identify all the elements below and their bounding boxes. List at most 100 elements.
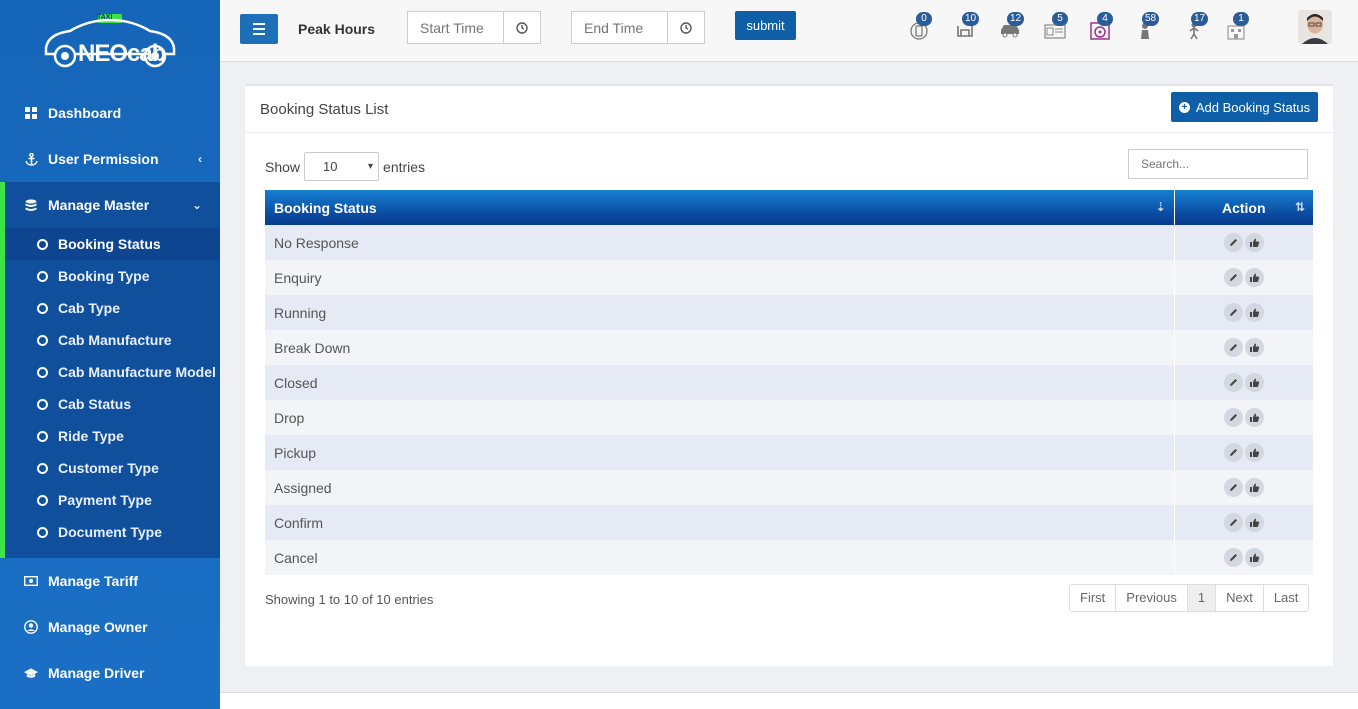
action-cell bbox=[1174, 400, 1313, 435]
seat-icon[interactable]: 10 bbox=[954, 12, 980, 40]
clock-icon[interactable] bbox=[503, 12, 540, 43]
thumbs-up-icon[interactable] bbox=[1244, 548, 1264, 567]
action-cell bbox=[1174, 330, 1313, 365]
sidebar-subitem-label: Booking Type bbox=[58, 268, 150, 284]
sidebar-subitem-label: Payment Type bbox=[58, 492, 152, 508]
thumbs-up-icon[interactable] bbox=[1244, 373, 1264, 392]
submit-button[interactable]: submit bbox=[735, 11, 796, 40]
building-icon[interactable]: 1 bbox=[1225, 12, 1249, 40]
footer bbox=[220, 692, 1358, 709]
sidebar-item-user-permission[interactable]: User Permission ‹ bbox=[0, 136, 220, 182]
phone-booking-icon[interactable]: 0 bbox=[908, 12, 932, 40]
sidebar-subitem-booking-type[interactable]: Booking Type bbox=[5, 260, 220, 292]
circle-icon bbox=[37, 238, 48, 250]
table-info: Showing 1 to 10 of 10 entries bbox=[265, 592, 434, 607]
avatar[interactable] bbox=[1298, 10, 1332, 44]
edit-icon[interactable] bbox=[1223, 478, 1243, 497]
circle-icon bbox=[37, 334, 48, 346]
person-icon[interactable]: 17 bbox=[1183, 12, 1209, 40]
sidebar-item-manage-driver[interactable]: Manage Driver bbox=[0, 650, 220, 696]
table-row: Drop bbox=[265, 400, 1313, 435]
anchor-icon bbox=[24, 152, 38, 166]
sidebar-item-manage-owner[interactable]: Manage Owner bbox=[0, 604, 220, 650]
table-row: Pickup bbox=[265, 435, 1313, 470]
pager-next[interactable]: Next bbox=[1216, 585, 1264, 611]
end-time-input[interactable] bbox=[572, 12, 667, 43]
column-header-booking-status[interactable]: Booking Status ⇣ bbox=[265, 190, 1175, 225]
booking-status-cell: Enquiry bbox=[265, 260, 1175, 295]
pager-previous[interactable]: Previous bbox=[1116, 585, 1188, 611]
pager-first[interactable]: First bbox=[1070, 585, 1117, 611]
sort-desc-icon: ⇣ bbox=[1155, 200, 1166, 214]
sidebar-item-dashboard[interactable]: Dashboard bbox=[0, 90, 220, 136]
edit-icon[interactable] bbox=[1223, 548, 1243, 567]
sidebar-subitem-cab-manufacture[interactable]: Cab Manufacture bbox=[5, 324, 220, 356]
page-title: Peak Hours bbox=[298, 21, 376, 37]
steering-wheel-icon[interactable]: 4 bbox=[1089, 12, 1113, 40]
sidebar-item-label: Manage Tariff bbox=[48, 573, 138, 589]
thumbs-up-icon[interactable] bbox=[1244, 478, 1264, 497]
hamburger-menu-button[interactable] bbox=[240, 14, 278, 44]
notification-badge: 10 bbox=[962, 12, 980, 26]
sidebar-subitem-label: Cab Type bbox=[58, 300, 120, 316]
id-card-icon[interactable]: 5 bbox=[1044, 12, 1068, 40]
thumbs-up-icon[interactable] bbox=[1244, 338, 1264, 357]
edit-icon[interactable] bbox=[1223, 303, 1243, 322]
show-label: Show bbox=[265, 158, 301, 175]
column-header-action[interactable]: Action ⇅ bbox=[1174, 190, 1313, 225]
notification-badge: 1 bbox=[1233, 12, 1249, 26]
edit-icon[interactable] bbox=[1223, 408, 1243, 427]
thumbs-up-icon[interactable] bbox=[1244, 513, 1264, 532]
search-input[interactable] bbox=[1128, 149, 1308, 179]
edit-icon[interactable] bbox=[1223, 513, 1243, 532]
table-row: No Response bbox=[265, 225, 1313, 260]
money-icon bbox=[24, 574, 38, 588]
sidebar-subitem-customer-type[interactable]: Customer Type bbox=[5, 452, 220, 484]
sidebar-subitem-cab-type[interactable]: Cab Type bbox=[5, 292, 220, 324]
plus-circle-icon: + bbox=[1178, 101, 1190, 113]
table-row: Confirm bbox=[265, 505, 1313, 540]
edit-icon[interactable] bbox=[1223, 268, 1243, 287]
edit-icon[interactable] bbox=[1223, 373, 1243, 392]
circle-icon bbox=[37, 494, 48, 506]
edit-icon[interactable] bbox=[1223, 443, 1243, 462]
pager-page-1[interactable]: 1 bbox=[1187, 585, 1217, 611]
thumbs-up-icon[interactable] bbox=[1244, 233, 1264, 252]
circle-icon bbox=[37, 462, 48, 474]
sidebar-item-manage-master[interactable]: Manage Master ⌄ bbox=[5, 182, 220, 228]
action-cell bbox=[1174, 225, 1313, 260]
sidebar-subitem-label: Document Type bbox=[58, 524, 162, 540]
sidebar-subitem-document-type[interactable]: Document Type bbox=[5, 516, 220, 548]
edit-icon[interactable] bbox=[1223, 233, 1243, 252]
circle-icon bbox=[37, 366, 48, 378]
sidebar-subitem-cab-status[interactable]: Cab Status bbox=[5, 388, 220, 420]
sidebar-subitem-ride-type[interactable]: Ride Type bbox=[5, 420, 220, 452]
clock-icon[interactable] bbox=[667, 12, 704, 43]
end-time-field bbox=[571, 11, 705, 44]
thumbs-up-icon[interactable] bbox=[1244, 408, 1264, 427]
thumbs-up-icon[interactable] bbox=[1244, 303, 1264, 322]
logo-sign: TAXI bbox=[97, 14, 113, 21]
action-cell bbox=[1174, 505, 1313, 540]
add-booking-status-button[interactable]: + Add Booking Status bbox=[1171, 92, 1318, 122]
pager-last[interactable]: Last bbox=[1263, 585, 1309, 611]
table-row: Break Down bbox=[265, 330, 1313, 365]
edit-icon[interactable] bbox=[1223, 338, 1243, 357]
start-time-input[interactable] bbox=[408, 12, 503, 43]
thumbs-up-icon[interactable] bbox=[1244, 268, 1264, 287]
sidebar-item-manage-tariff[interactable]: Manage Tariff bbox=[0, 558, 220, 604]
table-row: Running bbox=[265, 295, 1313, 330]
chevron-down-icon: ⌄ bbox=[191, 198, 202, 212]
sidebar-subitem-booking-status[interactable]: Booking Status bbox=[5, 228, 220, 260]
sidebar-subitem-payment-type[interactable]: Payment Type bbox=[5, 484, 220, 516]
page-size-select[interactable]: 10 ▾ bbox=[304, 152, 380, 181]
sidebar-subitem-label: Customer Type bbox=[58, 460, 159, 476]
chevron-left-icon: ‹ bbox=[198, 152, 202, 166]
neocab-logo[interactable]: TAXI NEOcab bbox=[0, 0, 220, 84]
thumbs-up-icon[interactable] bbox=[1244, 443, 1264, 462]
car-icon[interactable]: 12 bbox=[999, 12, 1025, 40]
person-group-icon[interactable]: 58 bbox=[1134, 12, 1160, 40]
sidebar-item-label: Manage Master bbox=[48, 197, 150, 213]
sidebar-subitem-cab-manufacture-model[interactable]: Cab Manufacture Model bbox=[5, 356, 220, 388]
table-header-row: Booking Status ⇣ Action ⇅ bbox=[265, 190, 1313, 225]
